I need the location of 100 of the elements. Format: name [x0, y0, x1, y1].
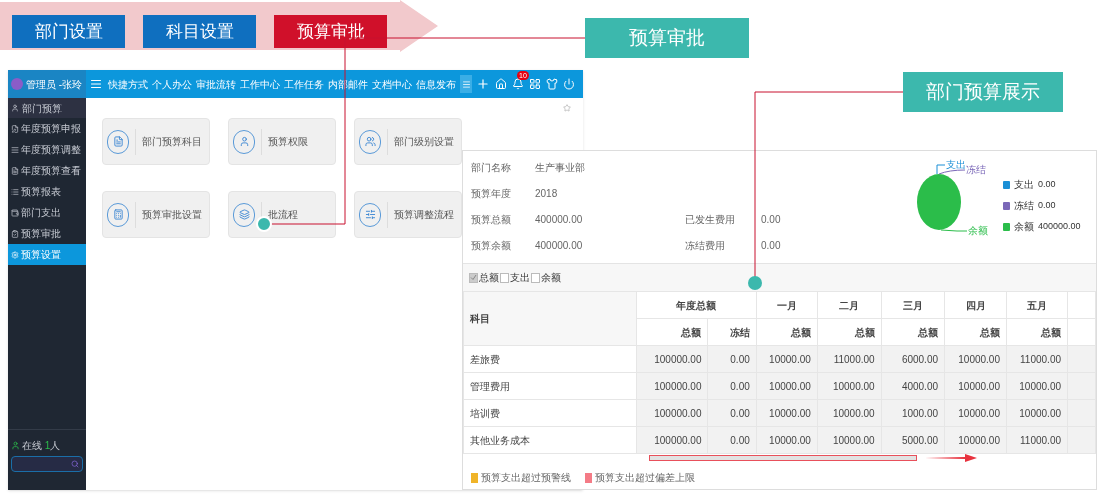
legend-label: 预算支出超过预警线 — [481, 471, 571, 485]
menu-item-icon — [11, 208, 19, 217]
section-label: 部门预算 — [22, 101, 62, 116]
section-tab[interactable]: 科目设置 — [143, 15, 256, 48]
table-cell: 100000.00 — [636, 372, 708, 400]
legend-label: 余额 — [1014, 220, 1034, 234]
field-value: 400000.00 — [535, 212, 584, 227]
menu-item-icon — [11, 124, 19, 133]
sidebar-item[interactable]: 部门支出 — [8, 202, 86, 223]
table-cell: 100000.00 — [636, 345, 708, 373]
user-icon — [11, 441, 20, 450]
table-cell: 100000.00 — [636, 399, 708, 427]
legend-label: 冻结 — [1014, 199, 1034, 213]
avatar — [11, 78, 23, 90]
menu-item-icon — [11, 145, 19, 154]
legend-label: 支出 — [1014, 178, 1034, 192]
user-icon — [11, 104, 19, 112]
sidebar-section[interactable]: 部门预算 — [8, 98, 86, 118]
sidebar-item[interactable]: 年度预算查看 — [8, 160, 86, 181]
field-label: 部门名称 — [471, 160, 512, 175]
menu-item-label: 部门支出 — [21, 206, 61, 220]
field-value: 400000.00 — [535, 238, 584, 253]
field-value: 0.00 — [761, 238, 781, 253]
table-cell: 10000.00 — [817, 426, 882, 454]
column-header: 二月 — [817, 291, 882, 319]
menu-icon — [461, 79, 471, 89]
section-tab[interactable]: 部门设置 — [12, 15, 125, 48]
home-icon[interactable] — [495, 78, 507, 90]
online-status: 在线 1人 — [22, 439, 61, 453]
section-tab[interactable]: 预算审批 — [274, 15, 387, 48]
table-cell: 10000.00 — [817, 399, 882, 427]
column-header: 科目 — [463, 291, 637, 346]
callout-label: 预算审批 — [585, 18, 749, 58]
sidebar-item[interactable]: 预算报表 — [8, 181, 86, 202]
settings-card[interactable]: 预算审批设置 — [102, 191, 210, 238]
power-icon[interactable] — [563, 78, 575, 90]
menu-item-icon — [11, 229, 19, 238]
slice-label: 冻结 — [966, 164, 986, 175]
search-icon[interactable] — [71, 460, 79, 468]
menu-item-label: 年度预算申报 — [21, 122, 81, 136]
more-menu-button[interactable] — [460, 75, 472, 93]
table-cell: 管理费用 — [463, 372, 637, 400]
menu-item-label: 预算设置 — [21, 248, 61, 262]
menu-item-label: 年度预算调整 — [21, 143, 81, 157]
leader-line — [940, 229, 968, 232]
menu-item-icon — [11, 187, 19, 196]
settings-card[interactable]: 部门级别设置 — [354, 118, 462, 165]
legend-label: 预算支出超过偏差上限 — [595, 471, 695, 485]
table-cell: 10000.00 — [817, 372, 882, 400]
checkbox[interactable] — [469, 272, 478, 283]
settings-card[interactable]: 预算调整流程 — [354, 191, 462, 238]
user-name: 管理员 -张玲 — [26, 77, 83, 92]
sidebar-item[interactable]: 年度预算调整 — [8, 139, 86, 160]
bell-icon[interactable] — [512, 78, 524, 90]
field-value: 生产事业部 — [535, 160, 586, 175]
menu-item-icon — [11, 166, 19, 175]
legend-value: 0.00 — [1038, 198, 1056, 212]
settings-card[interactable]: 部门预算科目 — [102, 118, 210, 165]
field-value: 2018 — [535, 186, 559, 201]
callout-label: 部门预算展示 — [903, 72, 1063, 112]
table-cell: 差旅费 — [463, 345, 637, 373]
field-label: 已发生费用 — [685, 212, 736, 227]
star-icon[interactable] — [563, 104, 571, 112]
field-value: 0.00 — [761, 212, 781, 227]
search-field[interactable] — [11, 456, 83, 472]
grid-icon[interactable] — [529, 78, 541, 90]
column-header: 五月 — [1006, 291, 1068, 319]
legend-value: 0.00 — [1038, 177, 1056, 191]
checkbox-label: 支出 — [510, 271, 530, 285]
field-label: 预算总额 — [471, 212, 512, 227]
menu-item-icon — [11, 250, 19, 259]
column-header: 总额 — [817, 318, 882, 346]
field-label: 预算年度 — [471, 186, 512, 201]
table-cell: 100000.00 — [636, 426, 708, 454]
checkbox-label: 总额 — [479, 271, 499, 285]
checkbox[interactable] — [531, 272, 540, 283]
checkbox-label: 余额 — [541, 271, 561, 285]
marker-dot — [748, 276, 762, 290]
table-cell: 培训费 — [463, 399, 637, 427]
field-label: 冻结费用 — [685, 238, 726, 253]
sidebar-item[interactable]: 年度预算申报 — [8, 118, 86, 139]
sidebar-item[interactable]: 预算审批 — [8, 223, 86, 244]
add-icon[interactable] — [476, 77, 490, 91]
slice-label: 余额 — [968, 225, 988, 236]
settings-card[interactable]: 预算权限 — [228, 118, 336, 165]
menu-item-label: 预算报表 — [21, 185, 61, 199]
pie-slice — [917, 174, 961, 230]
legend-value: 400000.00 — [1038, 219, 1081, 233]
menu-item-label: 预算审批 — [21, 227, 61, 241]
checkbox[interactable] — [500, 272, 509, 283]
shirt-icon[interactable] — [546, 78, 558, 90]
table-cell: 11000.00 — [817, 345, 882, 373]
table-cell: 其他业务成本 — [463, 426, 637, 454]
slice-label: 支出 — [946, 159, 966, 170]
settings-card[interactable]: 批流程 — [228, 191, 336, 238]
column-header: 一月 — [756, 291, 818, 319]
menu-icon[interactable] — [90, 78, 102, 90]
field-label: 预算余额 — [471, 238, 512, 253]
column-header: 总额 — [636, 318, 708, 346]
menu-item-label: 年度预算查看 — [21, 164, 81, 178]
